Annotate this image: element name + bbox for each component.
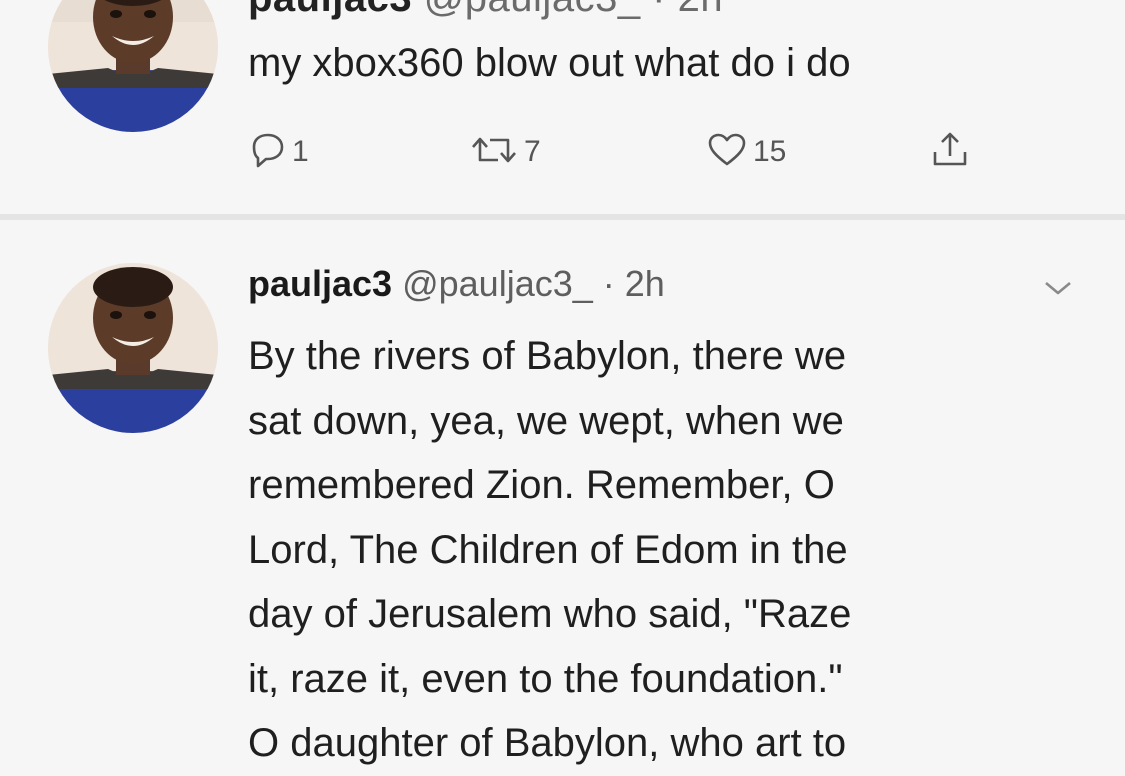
text-line: it, raze it, even to the foundation.": [248, 656, 843, 701]
text-line: remembered Zion. Remember, O: [248, 463, 835, 507]
text-line: Lord, The Children of Edom in the: [248, 527, 848, 572]
text-line: By the rivers of Babylon, there we: [248, 334, 847, 378]
text-line: O daughter of Babylon, who art to: [248, 721, 847, 765]
handle[interactable]: @pauljac3_: [402, 263, 593, 304]
tweet-2[interactable]: pauljac3 @pauljac3_ · 2h By the rivers o…: [0, 0, 1125, 765]
tweet-header: pauljac3 @pauljac3_ · 2h: [248, 262, 665, 306]
timestamp[interactable]: 2h: [625, 263, 665, 304]
chevron-down-icon[interactable]: [1040, 276, 1076, 305]
separator-dot: ·: [592, 263, 625, 304]
avatar[interactable]: [48, 263, 218, 433]
tweet-text: By the rivers of Babylon, there we sat d…: [248, 324, 1068, 776]
display-name[interactable]: pauljac3: [248, 263, 392, 304]
text-line: day of Jerusalem who said, "Raze: [248, 592, 852, 636]
text-line: sat down, yea, we wept, when we: [248, 398, 844, 443]
